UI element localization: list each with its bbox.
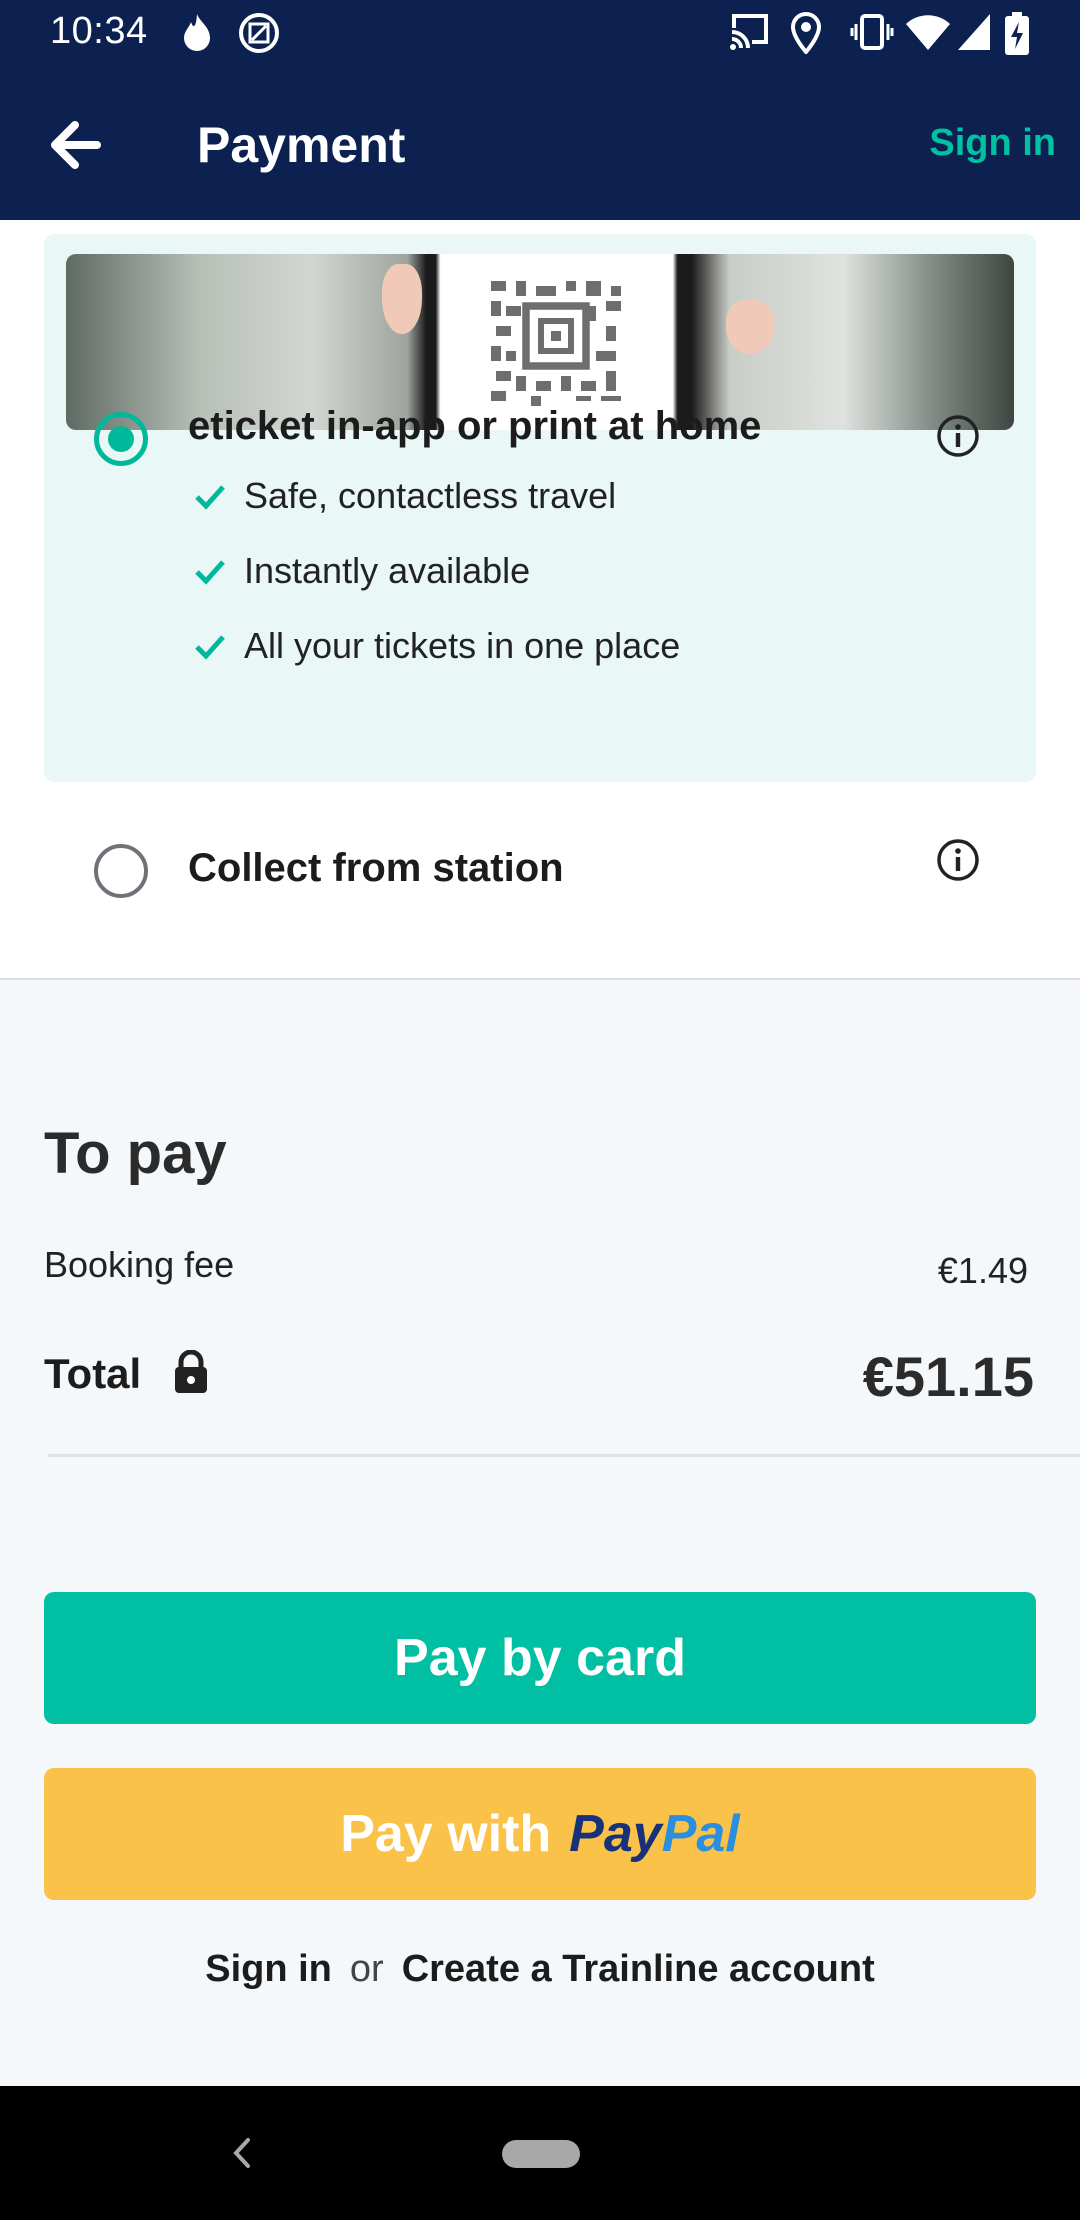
info-icon[interactable] bbox=[936, 414, 980, 458]
to-pay-heading: To pay bbox=[44, 1121, 227, 1186]
station-radio[interactable] bbox=[94, 844, 148, 898]
eticket-radio[interactable] bbox=[94, 412, 148, 466]
thumb-image bbox=[382, 264, 422, 334]
check-icon bbox=[195, 485, 225, 510]
divider bbox=[48, 1454, 1080, 1457]
back-button[interactable] bbox=[40, 110, 110, 180]
sign-in-bottom-link[interactable]: Sign in bbox=[205, 1948, 332, 1990]
create-account-link[interactable]: Create a Trainline account bbox=[402, 1948, 875, 1990]
pay-by-card-button[interactable]: Pay by card bbox=[44, 1592, 1036, 1724]
paypal-logo: PayPal bbox=[569, 1805, 740, 1863]
status-bar: 10:34 bbox=[0, 0, 1080, 66]
thumb-image bbox=[726, 300, 774, 354]
info-icon[interactable] bbox=[936, 838, 980, 882]
lock-icon bbox=[175, 1350, 207, 1393]
image-notification-icon bbox=[239, 13, 279, 53]
feature-item: Instantly available bbox=[194, 549, 530, 593]
feature-text: Safe, contactless travel bbox=[244, 475, 617, 516]
total-label: Total bbox=[44, 1350, 142, 1397]
page-title: Payment bbox=[197, 117, 406, 173]
location-icon bbox=[790, 12, 822, 54]
nav-home-pill[interactable] bbox=[502, 2140, 580, 2168]
vibrate-icon bbox=[850, 14, 894, 50]
account-links: Sign in or Create a Trainline account bbox=[0, 1948, 1080, 1991]
check-icon bbox=[195, 635, 225, 660]
pay-by-card-label: Pay by card bbox=[394, 1629, 686, 1687]
check-icon bbox=[195, 560, 225, 585]
qr-code-icon bbox=[486, 276, 626, 406]
total-value: €51.15 bbox=[862, 1345, 1034, 1408]
status-time: 10:34 bbox=[50, 10, 148, 52]
sign-in-link[interactable]: Sign in bbox=[929, 122, 1056, 165]
cellular-icon bbox=[958, 14, 990, 50]
app-bar: Payment Sign in bbox=[0, 66, 1080, 220]
pay-with-paypal-button[interactable]: Pay with PayPal bbox=[44, 1768, 1036, 1900]
station-title: Collect from station bbox=[188, 846, 564, 890]
battery-charging-icon bbox=[1005, 12, 1029, 55]
feature-text: Instantly available bbox=[244, 550, 531, 591]
feature-item: Safe, contactless travel bbox=[194, 474, 616, 518]
booking-fee-value: €1.49 bbox=[937, 1250, 1028, 1291]
system-nav-bar bbox=[0, 2086, 1080, 2220]
flame-icon bbox=[184, 14, 210, 51]
booking-fee-label: Booking fee bbox=[44, 1244, 235, 1285]
pay-with-label: Pay with bbox=[340, 1805, 552, 1863]
eticket-title: eticket in-app or print at home bbox=[188, 404, 762, 448]
feature-text: All your tickets in one place bbox=[244, 625, 681, 666]
arrow-left-icon bbox=[51, 121, 101, 169]
eticket-option[interactable]: eticket in-app or print at home Safe, co… bbox=[44, 234, 1036, 782]
nav-back-icon[interactable] bbox=[222, 2130, 262, 2176]
delivery-options: eticket in-app or print at home Safe, co… bbox=[0, 220, 1080, 980]
cast-icon bbox=[730, 14, 768, 50]
feature-item: All your tickets in one place bbox=[194, 624, 680, 668]
or-text: or bbox=[349, 1948, 384, 1990]
wifi-icon bbox=[906, 15, 950, 50]
